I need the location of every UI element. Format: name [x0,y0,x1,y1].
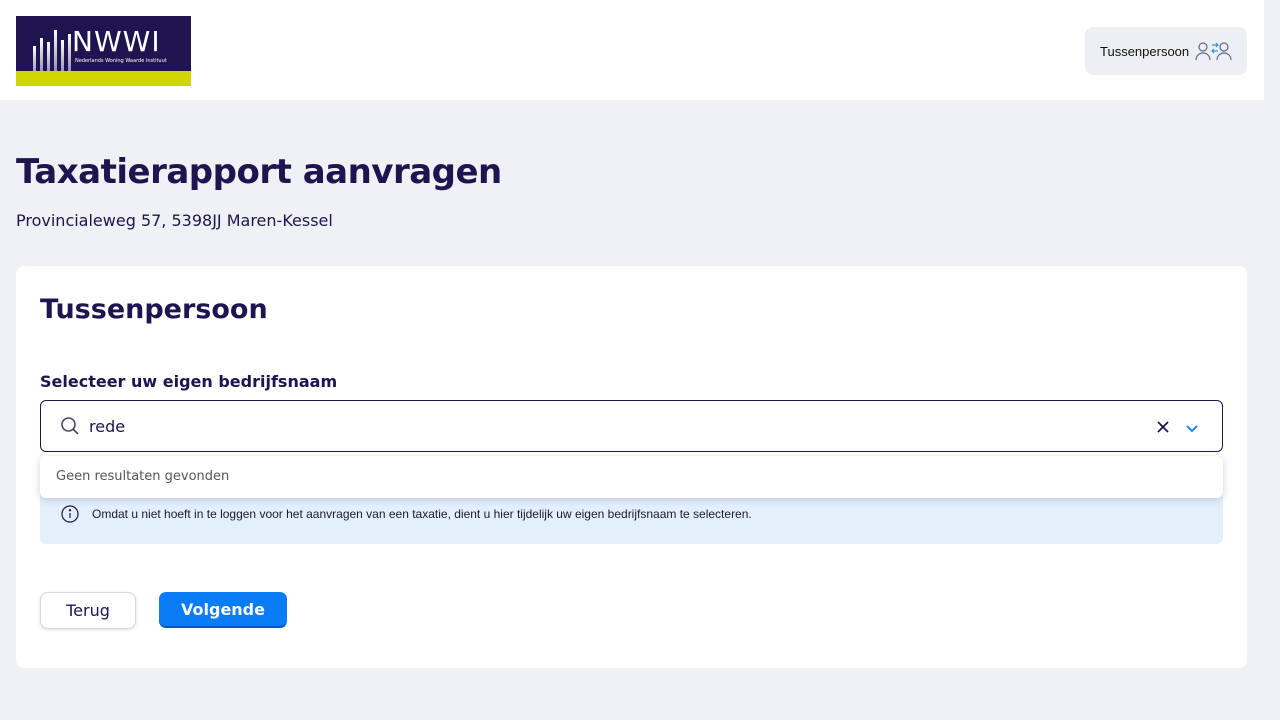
role-switch-button[interactable]: Tussenpersoon [1085,27,1247,75]
top-bar: NWWI Nederlands Woning Waarde Instituut … [0,0,1264,100]
property-address: Provincialeweg 57, 5398JJ Maren-Kessel [16,211,333,230]
info-icon [61,505,79,527]
info-text: Omdat u niet hoeft in te loggen voor het… [92,507,752,521]
company-search-input[interactable] [89,413,1089,439]
company-field-label: Selecteer uw eigen bedrijfsnaam [40,372,338,391]
role-label: Tussenpersoon [1100,43,1190,59]
search-icon [60,416,80,440]
page-title: Taxatierapport aanvragen [16,152,502,192]
clear-icon[interactable] [1156,419,1170,438]
card-title: Tussenpersoon [40,294,268,325]
no-results-message: Geen resultaten gevonden [56,469,230,484]
select-dropdown: Geen resultaten gevonden [40,456,1223,498]
user-switch-icon [1195,40,1235,68]
next-button[interactable]: Volgende [159,592,287,628]
nwwi-logo[interactable]: NWWI Nederlands Woning Waarde Instituut [16,16,191,86]
chevron-down-icon[interactable] [1185,420,1199,439]
logo-brand-text: NWWI [72,25,161,58]
back-button[interactable]: Terug [40,592,136,629]
logo-tagline: Nederlands Woning Waarde Instituut [75,58,167,64]
logo-stripe [16,71,191,86]
company-select[interactable] [40,400,1223,452]
